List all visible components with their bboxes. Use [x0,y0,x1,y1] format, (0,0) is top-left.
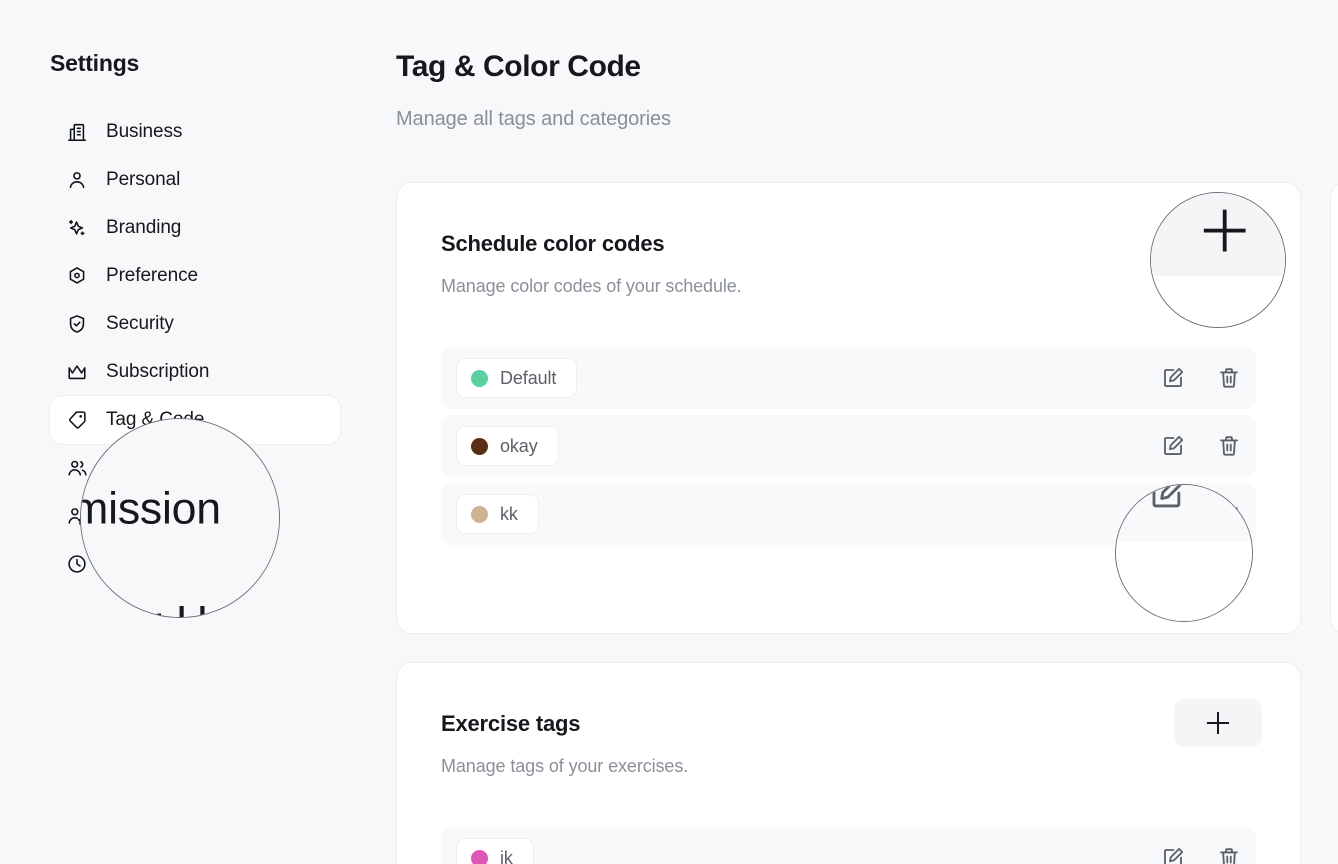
trash-icon[interactable] [1216,501,1242,527]
sidebar-item-label: Permission [106,505,199,527]
card-title: Exercise tags [441,711,580,737]
tag-row: okay [441,415,1256,477]
tag-name: okay [500,436,538,457]
building-icon [66,121,88,143]
tag-chip[interactable]: jk [456,838,534,864]
sidebar-item-label: Preference [106,265,198,287]
exercise-tag-rows: jk [441,827,1256,864]
trash-icon[interactable] [1216,433,1242,459]
sidebar-item-label: Patient [106,457,164,479]
card-subtitle: Manage color codes of your schedule. [441,276,742,297]
schedule-color-rows: Default okay kk [441,347,1256,551]
main-content: Tag & Color Code Manage all tags and cat… [386,0,1338,864]
user-icon [66,169,88,191]
tag-chip[interactable]: Default [456,358,577,398]
sidebar-item-personal[interactable]: Personal [50,156,340,204]
sidebar: Settings Business Personal Branding Prefere… [0,0,386,864]
tag-name: kk [500,504,518,525]
tag-row: Default [441,347,1256,409]
edit-icon[interactable] [1160,365,1186,391]
card-subtitle: Manage tags of your exercises. [441,756,688,777]
color-swatch-dot [471,850,488,864]
sidebar-item-label: Branding [106,217,181,239]
users-icon [66,457,88,479]
color-swatch-dot [471,506,488,523]
row-actions [1160,347,1242,409]
edit-icon[interactable] [1160,433,1186,459]
row-actions [1160,415,1242,477]
crown-icon [66,361,88,383]
sidebar-item-label: Subscription [106,361,209,383]
tag-row: kk [441,483,1256,545]
card-next-peek [1330,182,1338,634]
sidebar-item-permission[interactable]: Permission [50,492,340,540]
edit-icon[interactable] [1160,501,1186,527]
page-subtitle: Manage all tags and categories [396,108,671,131]
tag-chip[interactable]: okay [456,426,559,466]
trash-icon[interactable] [1216,365,1242,391]
edit-icon[interactable] [1160,845,1186,864]
row-actions [1160,483,1242,545]
color-swatch-dot [471,370,488,387]
sidebar-item-security[interactable]: Security [50,300,340,348]
trash-icon[interactable] [1216,845,1242,864]
sidebar-item-branding[interactable]: Branding [50,204,340,252]
card-exercise-tags: Exercise tags Manage tags of your exerci… [396,662,1301,864]
page-title: Tag & Color Code [396,50,641,84]
add-exercise-tag-button[interactable] [1174,699,1262,747]
add-schedule-color-button[interactable] [1174,219,1262,267]
color-swatch-dot [471,438,488,455]
sidebar-item-working-hours[interactable]: Working Hours [50,540,340,588]
sidebar-item-label: Tag & Code [106,409,204,431]
sidebar-item-subscription[interactable]: Subscription [50,348,340,396]
sidebar-nav: Business Personal Branding Preference Securi… [50,108,340,588]
sidebar-item-tag-code[interactable]: Tag & Code [50,396,340,444]
sidebar-item-label: Personal [106,169,180,191]
settings-page: Settings Business Personal Branding Prefere… [0,0,1338,864]
sidebar-item-preference[interactable]: Preference [50,252,340,300]
shield-check-icon [66,313,88,335]
tag-row: jk [441,827,1256,864]
sidebar-item-patient[interactable]: Patient [50,444,340,492]
hexagon-dot-icon [66,265,88,287]
tag-name: Default [500,368,556,389]
tag-chip[interactable]: kk [456,494,539,534]
sparkles-icon [66,217,88,239]
sidebar-item-label: Security [106,313,174,335]
clock-icon [66,553,88,575]
sidebar-title: Settings [50,50,139,77]
tag-icon [66,409,88,431]
sidebar-item-label: Working Hours [106,553,230,575]
sidebar-item-business[interactable]: Business [50,108,340,156]
sidebar-item-label: Business [106,121,182,143]
plus-icon [1207,232,1229,254]
plus-icon [1207,712,1229,734]
card-schedule-color-codes: Schedule color codes Manage color codes … [396,182,1301,634]
user-star-icon [66,505,88,527]
card-title: Schedule color codes [441,231,664,257]
row-actions [1160,827,1242,864]
tag-name: jk [500,848,513,864]
